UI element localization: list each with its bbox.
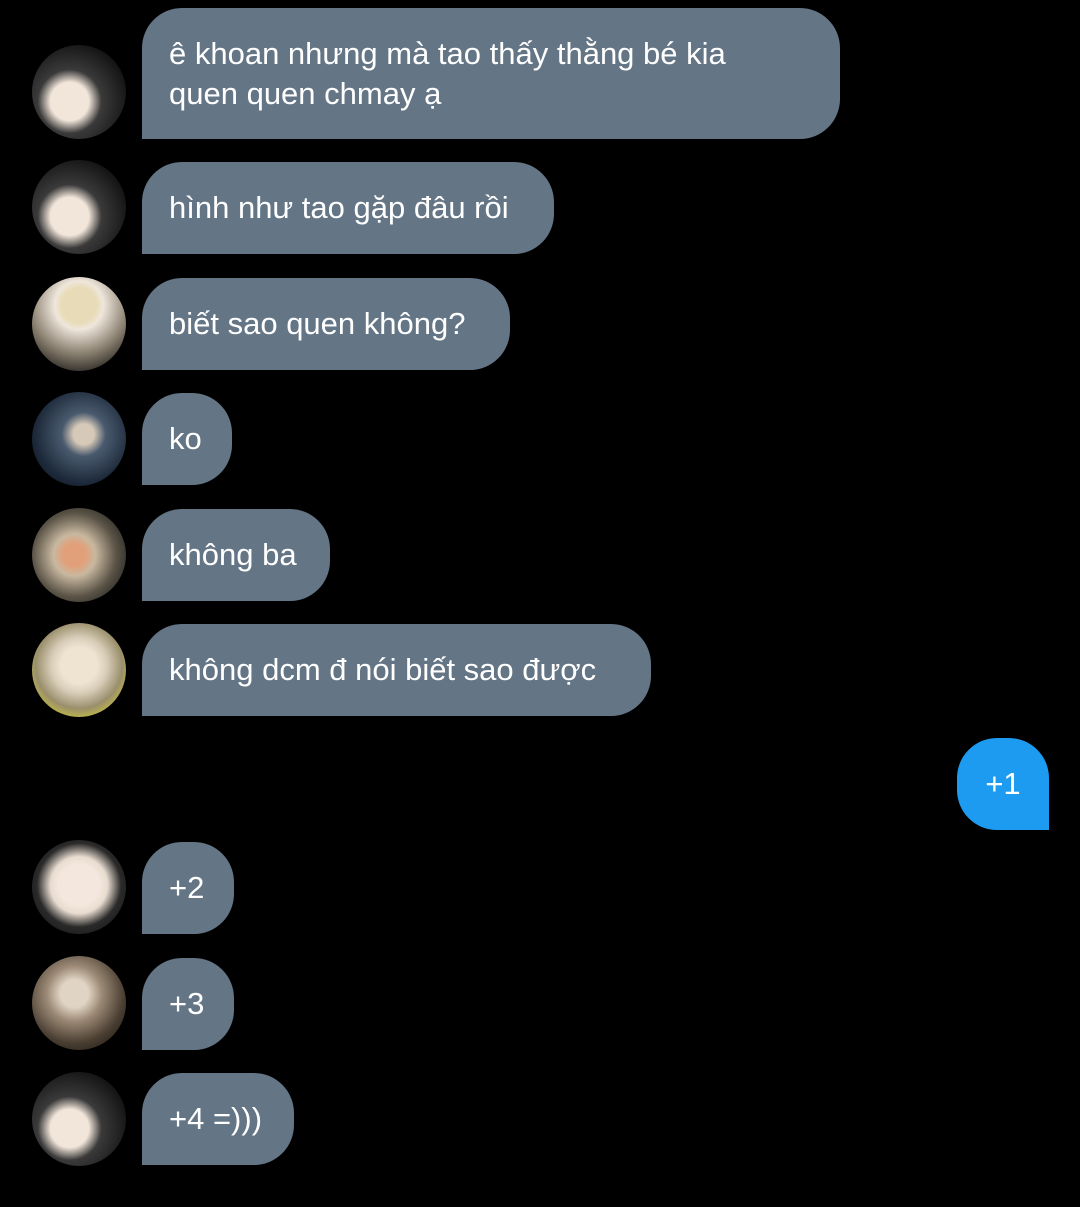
avatar-icon xyxy=(32,45,126,139)
message-bubble-outgoing[interactable]: +1 xyxy=(957,738,1049,830)
sender-avatar[interactable] xyxy=(32,392,126,486)
avatar-icon xyxy=(32,277,126,371)
sender-avatar[interactable] xyxy=(32,45,126,139)
message-bubble[interactable]: +4 =))) xyxy=(142,1073,294,1165)
message-bubble[interactable]: không ba xyxy=(142,509,330,601)
avatar-icon xyxy=(32,956,126,1050)
message-bubble[interactable]: biết sao quen không? xyxy=(142,278,510,370)
sender-avatar[interactable] xyxy=(32,508,126,602)
sender-avatar[interactable] xyxy=(32,277,126,371)
avatar-icon xyxy=(32,508,126,602)
message-text: +3 xyxy=(169,986,205,1021)
sender-avatar[interactable] xyxy=(32,623,126,717)
avatar-icon xyxy=(32,840,126,934)
message-text: không dcm đ nói biết sao được xyxy=(169,652,597,687)
sender-avatar[interactable] xyxy=(32,956,126,1050)
message-bubble[interactable]: không dcm đ nói biết sao được xyxy=(142,624,651,716)
avatar-icon xyxy=(32,392,126,486)
message-text: hình như tao gặp đâu rồi xyxy=(169,190,509,225)
message-bubble[interactable]: +2 xyxy=(142,842,234,934)
message-text: quen quen chmay ạ xyxy=(169,76,442,111)
message-text: +1 xyxy=(985,766,1021,801)
sender-avatar[interactable] xyxy=(32,160,126,254)
message-text: không ba xyxy=(169,537,297,572)
avatar-icon xyxy=(32,1072,126,1166)
message-bubble[interactable]: hình như tao gặp đâu rồi xyxy=(142,162,554,254)
avatar-icon xyxy=(32,623,126,717)
message-bubble[interactable]: ê khoan nhưng mà tao thấy thằng bé kia q… xyxy=(142,8,840,139)
sender-avatar[interactable] xyxy=(32,1072,126,1166)
avatar-icon xyxy=(32,160,126,254)
message-bubble[interactable]: ko xyxy=(142,393,232,485)
sender-avatar[interactable] xyxy=(32,840,126,934)
message-text: biết sao quen không? xyxy=(169,306,466,341)
message-text: ê khoan nhưng mà tao thấy thằng bé kia xyxy=(169,36,726,71)
message-text: ko xyxy=(169,421,202,456)
message-text: +2 xyxy=(169,870,205,905)
message-bubble[interactable]: +3 xyxy=(142,958,234,1050)
message-text: +4 =))) xyxy=(169,1101,263,1136)
